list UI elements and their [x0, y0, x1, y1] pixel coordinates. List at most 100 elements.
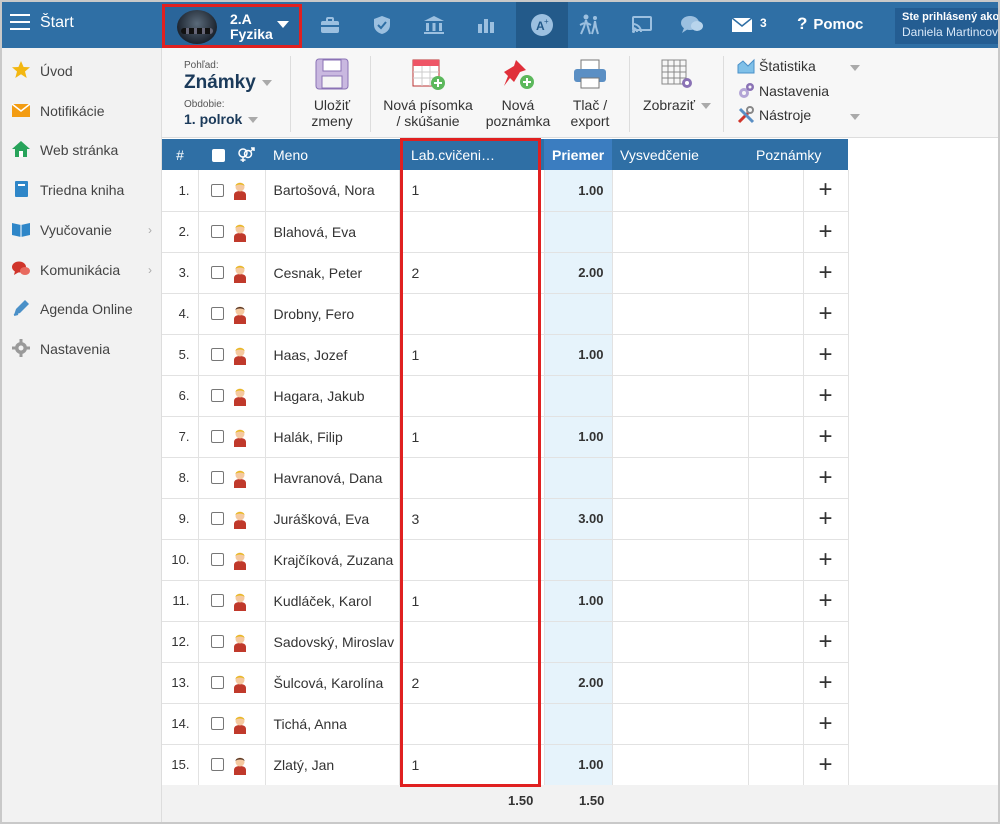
add-note-button[interactable]: +: [802, 375, 849, 417]
bank-icon[interactable]: [408, 2, 460, 48]
student-name[interactable]: Blahová, Eva: [265, 211, 400, 253]
report-grade-cell[interactable]: [612, 170, 749, 212]
student-name[interactable]: Halák, Filip: [265, 416, 400, 458]
col-name-header[interactable]: Meno: [265, 139, 399, 170]
lab-grade-cell[interactable]: [399, 703, 545, 745]
gender-icon[interactable]: [237, 147, 255, 163]
report-grade-cell[interactable]: [612, 375, 749, 417]
cast-icon[interactable]: [616, 2, 668, 48]
report-grade-cell[interactable]: [612, 252, 749, 294]
student-name[interactable]: Hagara, Jakub: [265, 375, 400, 417]
sidebar-item-triedna-kniha[interactable]: Triedna kniha: [2, 171, 162, 207]
bar-chart-icon[interactable]: [460, 2, 512, 48]
briefcase-icon[interactable]: [304, 2, 356, 48]
add-note-button[interactable]: +: [802, 621, 849, 663]
lab-grade-cell[interactable]: [399, 293, 545, 335]
lab-grade-cell[interactable]: 1: [399, 334, 545, 376]
sidebar-item-komunikacia[interactable]: Komunikácia ›: [2, 251, 162, 287]
row-checkbox[interactable]: [210, 717, 224, 730]
start-link[interactable]: Štart: [40, 14, 74, 32]
row-checkbox[interactable]: [210, 471, 224, 484]
lab-grade-cell[interactable]: 3: [399, 498, 545, 540]
select-all-checkbox[interactable]: [212, 148, 225, 162]
add-note-button[interactable]: +: [802, 703, 849, 745]
chevron-down-icon[interactable]: [850, 114, 860, 120]
chat-bubbles-icon[interactable]: [666, 2, 718, 48]
row-checkbox[interactable]: [210, 594, 224, 607]
lab-grade-cell[interactable]: 1: [399, 170, 545, 212]
show-button[interactable]: Zobraziť: [640, 58, 714, 113]
lab-grade-cell[interactable]: [399, 211, 545, 253]
add-note-button[interactable]: +: [802, 416, 849, 458]
sidebar-item-web[interactable]: Web stránka: [2, 131, 162, 167]
chevron-down-icon[interactable]: [850, 65, 860, 71]
student-name[interactable]: Jurášková, Eva: [265, 498, 400, 540]
report-grade-cell[interactable]: [612, 539, 749, 581]
help-button[interactable]: ? Pomoc: [797, 14, 863, 34]
row-checkbox[interactable]: [210, 553, 224, 566]
add-note-button[interactable]: +: [802, 252, 849, 294]
lab-grade-cell[interactable]: 2: [399, 662, 545, 704]
lab-grade-cell[interactable]: [399, 457, 545, 499]
report-grade-cell[interactable]: [612, 334, 749, 376]
report-grade-cell[interactable]: [612, 703, 749, 745]
report-grade-cell[interactable]: [612, 293, 749, 335]
save-button[interactable]: Uložiť zmeny: [304, 58, 360, 129]
row-checkbox[interactable]: [210, 266, 224, 279]
lab-grade-cell[interactable]: 1: [399, 744, 545, 786]
col-report-header[interactable]: Vysvedčenie: [612, 139, 748, 170]
report-grade-cell[interactable]: [612, 498, 749, 540]
report-grade-cell[interactable]: [612, 662, 749, 704]
row-checkbox[interactable]: [210, 307, 224, 320]
student-name[interactable]: Drobny, Fero: [265, 293, 400, 335]
student-name[interactable]: Tichá, Anna: [265, 703, 400, 745]
add-note-button[interactable]: +: [802, 744, 849, 786]
menu-icon[interactable]: [10, 14, 30, 32]
report-grade-cell[interactable]: [612, 211, 749, 253]
row-checkbox[interactable]: [210, 430, 224, 443]
student-name[interactable]: Krajčíková, Zuzana: [265, 539, 400, 581]
student-name[interactable]: Havranová, Dana: [265, 457, 400, 499]
print-export-button[interactable]: Tlač / export: [562, 58, 618, 129]
sidebar-item-nastavenia[interactable]: Nastavenia: [2, 330, 162, 366]
add-note-button[interactable]: +: [802, 170, 849, 212]
lab-grade-cell[interactable]: 1: [399, 416, 545, 458]
user-info[interactable]: Ste prihlásený ako Daniela Martincová: [895, 8, 998, 44]
row-checkbox[interactable]: [210, 348, 224, 361]
report-grade-cell[interactable]: [612, 457, 749, 499]
report-grade-cell[interactable]: [612, 744, 749, 786]
add-note-button[interactable]: +: [802, 580, 849, 622]
student-name[interactable]: Bartošová, Nora: [265, 170, 400, 212]
grades-icon[interactable]: A +: [516, 2, 568, 48]
add-note-button[interactable]: +: [802, 457, 849, 499]
row-checkbox[interactable]: [210, 758, 224, 771]
student-name[interactable]: Kudláček, Karol: [265, 580, 400, 622]
walking-people-icon[interactable]: [564, 2, 616, 48]
sidebar-item-agenda[interactable]: Agenda Online: [2, 290, 162, 326]
lab-grade-cell[interactable]: 1: [399, 580, 545, 622]
add-note-button[interactable]: +: [802, 498, 849, 540]
period-selector[interactable]: 1. polrok: [184, 111, 259, 127]
row-checkbox[interactable]: [210, 183, 224, 197]
lab-grade-cell[interactable]: [399, 539, 545, 581]
lab-grade-cell[interactable]: [399, 621, 545, 663]
add-note-button[interactable]: +: [802, 293, 849, 335]
new-note-button[interactable]: Nová poznámka: [484, 58, 552, 129]
new-test-button[interactable]: Nová písomka / skúšanie: [382, 58, 474, 129]
row-checkbox[interactable]: [210, 635, 224, 648]
add-note-button[interactable]: +: [802, 334, 849, 376]
row-checkbox[interactable]: [210, 389, 224, 402]
row-checkbox[interactable]: [210, 676, 224, 689]
row-checkbox[interactable]: [210, 512, 224, 525]
student-name[interactable]: Šulcová, Karolína: [265, 662, 400, 704]
report-grade-cell[interactable]: [612, 416, 749, 458]
shield-icon[interactable]: [356, 2, 408, 48]
add-note-button[interactable]: +: [802, 211, 849, 253]
add-note-button[interactable]: +: [802, 662, 849, 704]
student-name[interactable]: Sadovský, Miroslav: [265, 621, 400, 663]
sidebar-item-notifikacie[interactable]: Notifikácie: [2, 92, 162, 128]
col-average-header[interactable]: Priemer: [544, 139, 612, 170]
add-note-button[interactable]: +: [802, 539, 849, 581]
row-checkbox[interactable]: [210, 225, 224, 238]
lab-grade-cell[interactable]: [399, 375, 545, 417]
